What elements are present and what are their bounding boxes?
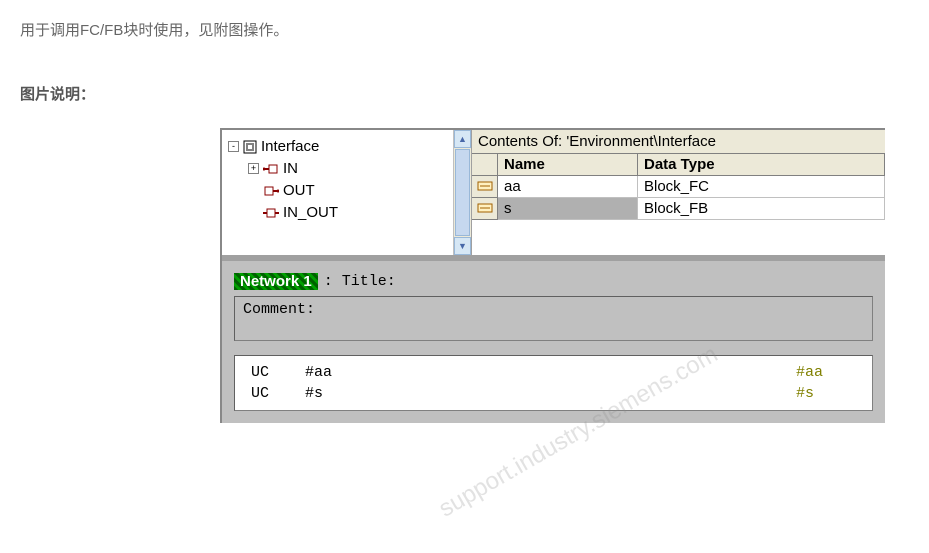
comment-box[interactable]: Comment: xyxy=(234,296,873,341)
grid-pane: Contents Of: 'Environment\Interface Name… xyxy=(472,130,885,255)
tree-item-inout[interactable]: IN_OUT xyxy=(226,202,449,224)
code-remark: #s xyxy=(796,383,856,404)
col-header-name[interactable]: Name xyxy=(498,154,638,176)
code-line: UC #aa xyxy=(251,362,796,383)
collapse-icon[interactable]: - xyxy=(228,141,239,152)
tree-pane: - Interface + IN xyxy=(222,130,472,255)
param-in-icon xyxy=(263,163,279,175)
grid-header-row: Name Data Type xyxy=(472,154,885,176)
network-title-suffix: : Title: xyxy=(324,273,396,290)
scroll-up-icon[interactable]: ▲ xyxy=(454,130,471,148)
cell-type[interactable]: Block_FB xyxy=(638,198,885,220)
contents-header: Contents Of: 'Environment\Interface xyxy=(472,130,885,154)
expand-icon[interactable]: + xyxy=(248,163,259,174)
col-header-type[interactable]: Data Type xyxy=(638,154,885,176)
tree-item-label: OUT xyxy=(283,182,315,199)
tree-root-label: Interface xyxy=(261,138,319,155)
table-row[interactable]: s Block_FB xyxy=(472,198,885,220)
tree-area: - Interface + IN xyxy=(222,130,453,255)
table-row[interactable]: aa Block_FC xyxy=(472,176,885,198)
intro-text: 用于调用FC/FB块时使用，见附图操作。 xyxy=(20,20,909,43)
tree-item-in[interactable]: + IN xyxy=(226,158,449,180)
code-main-column: UC #aa UC #s xyxy=(251,362,796,404)
param-inout-icon xyxy=(263,207,279,219)
row-header[interactable] xyxy=(472,198,498,220)
network-label[interactable]: Network 1 xyxy=(234,273,318,290)
cell-name[interactable]: aa xyxy=(498,176,638,198)
param-out-icon xyxy=(263,185,279,197)
code-remark: #aa xyxy=(796,362,856,383)
interface-icon xyxy=(243,140,257,154)
tree-root-row[interactable]: - Interface xyxy=(226,136,449,158)
network-title-row: Network 1 : Title: xyxy=(234,273,873,290)
code-line: UC #s xyxy=(251,383,796,404)
cell-name[interactable]: s xyxy=(498,198,638,220)
code-box[interactable]: UC #aa UC #s #aa #s xyxy=(234,355,873,411)
var-icon xyxy=(477,180,493,192)
variable-grid: Name Data Type aa Block_FC s Block_FB xyxy=(472,154,885,255)
row-header[interactable] xyxy=(472,176,498,198)
tree-item-out[interactable]: OUT xyxy=(226,180,449,202)
network-area: Network 1 : Title: Comment: UC #aa UC #s… xyxy=(222,261,885,423)
app-window: - Interface + IN xyxy=(220,128,885,423)
tree-item-label: IN xyxy=(283,160,298,177)
tree-item-label: IN_OUT xyxy=(283,204,338,221)
code-remark-column: #aa #s xyxy=(796,362,856,404)
scroll-down-icon[interactable]: ▼ xyxy=(454,237,471,255)
section-title: 图片说明： xyxy=(20,83,909,104)
grid-corner xyxy=(472,154,498,176)
cell-type[interactable]: Block_FC xyxy=(638,176,885,198)
scroll-thumb[interactable] xyxy=(455,149,470,236)
tree-scrollbar[interactable]: ▲ ▼ xyxy=(453,130,471,255)
var-icon xyxy=(477,202,493,214)
